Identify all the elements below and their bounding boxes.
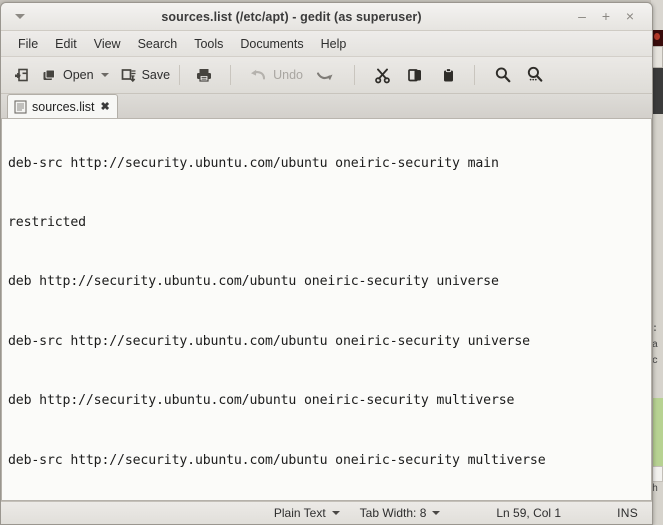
magnifier-replace-icon: [526, 66, 544, 84]
copy-button[interactable]: [402, 61, 429, 89]
open-button-label: Open: [63, 68, 94, 82]
toolbar-separator-2: [230, 65, 232, 85]
clipboard-paste-icon: [440, 67, 457, 84]
tab-width-label: Tab Width: 8: [359, 506, 427, 520]
gedit-window: sources.list (/etc/apt) - gedit (as supe…: [0, 2, 653, 525]
language-selector[interactable]: Plain Text: [274, 506, 340, 520]
new-document-icon: [14, 67, 31, 84]
print-button[interactable]: [190, 61, 218, 89]
save-button[interactable]: Save: [115, 61, 176, 89]
text-line: deb-src http://security.ubuntu.com/ubunt…: [8, 155, 499, 171]
replace-button[interactable]: [521, 61, 549, 89]
menu-item-edit[interactable]: Edit: [47, 35, 85, 53]
menu-item-tools[interactable]: Tools: [186, 35, 231, 53]
document-text[interactable]: deb-src http://security.ubuntu.com/ubunt…: [2, 119, 651, 500]
background-text-fragment-top: : a c: [652, 324, 659, 367]
text-line: deb-src http://security.ubuntu.com/ubunt…: [8, 452, 546, 468]
find-button[interactable]: [489, 61, 517, 89]
close-button[interactable]: ×: [622, 9, 638, 25]
text-line: deb http://security.ubuntu.com/ubuntu on…: [8, 274, 499, 290]
editor-area[interactable]: deb-src http://security.ubuntu.com/ubunt…: [1, 119, 652, 501]
chevron-down-icon: [331, 511, 340, 515]
undo-arrow-icon: [248, 67, 268, 84]
copy-icon: [407, 67, 424, 84]
tab-sources-list[interactable]: sources.list ✖: [7, 94, 118, 118]
insert-mode-indicator: INS: [617, 506, 638, 520]
text-line: deb-src http://security.ubuntu.com/ubunt…: [8, 333, 530, 349]
chevron-down-icon: [100, 73, 109, 77]
toolbar: Open Save Undo: [1, 57, 652, 94]
open-dropdown-button[interactable]: [99, 61, 115, 89]
toolbar-separator-4: [473, 65, 475, 85]
title-bar[interactable]: sources.list (/etc/apt) - gedit (as supe…: [1, 3, 652, 31]
toolbar-separator-3: [353, 65, 355, 85]
text-line: deb http://security.ubuntu.com/ubuntu on…: [8, 393, 515, 409]
redo-arrow-icon: [315, 67, 335, 84]
tab-label: sources.list: [32, 99, 95, 114]
menu-bar: File Edit View Search Tools Documents He…: [1, 31, 652, 57]
close-icon[interactable]: ✖: [101, 100, 110, 113]
menu-item-search[interactable]: Search: [130, 35, 186, 53]
window-title: sources.list (/etc/apt) - gedit (as supe…: [161, 9, 422, 24]
menu-item-view[interactable]: View: [86, 35, 129, 53]
cut-button[interactable]: [369, 61, 396, 89]
window-menu-icon[interactable]: [15, 14, 25, 19]
save-icon: [120, 67, 137, 84]
new-document-button[interactable]: [9, 61, 36, 89]
open-button[interactable]: Open: [36, 61, 99, 89]
maximize-button[interactable]: +: [598, 9, 614, 25]
tab-bar: sources.list ✖: [1, 94, 652, 119]
undo-button[interactable]: Undo: [243, 61, 308, 89]
menu-item-documents[interactable]: Documents: [232, 35, 311, 53]
scissors-icon: [374, 67, 391, 84]
background-red-indicator: [653, 30, 663, 46]
minimize-button[interactable]: –: [574, 9, 590, 25]
menu-item-help[interactable]: Help: [313, 35, 355, 53]
save-button-label: Save: [141, 68, 171, 82]
document-icon: [14, 99, 27, 114]
menu-item-file[interactable]: File: [10, 35, 46, 53]
background-text-fragment-bottom: h: [652, 484, 659, 495]
language-label: Plain Text: [273, 506, 326, 520]
toolbar-separator-1: [179, 65, 181, 85]
redo-button[interactable]: [310, 61, 340, 89]
paste-button[interactable]: [435, 61, 462, 89]
open-folder-icon: [41, 67, 58, 84]
magnifier-icon: [494, 66, 512, 84]
tab-width-selector[interactable]: Tab Width: 8: [360, 506, 441, 520]
text-line: restricted: [8, 214, 86, 230]
print-icon: [195, 67, 213, 84]
cursor-position: Ln 59, Col 1: [496, 506, 562, 520]
status-bar: Plain Text Tab Width: 8 Ln 59, Col 1 INS: [1, 501, 652, 524]
undo-button-label: Undo: [273, 68, 303, 82]
chevron-down-icon: [432, 511, 441, 515]
